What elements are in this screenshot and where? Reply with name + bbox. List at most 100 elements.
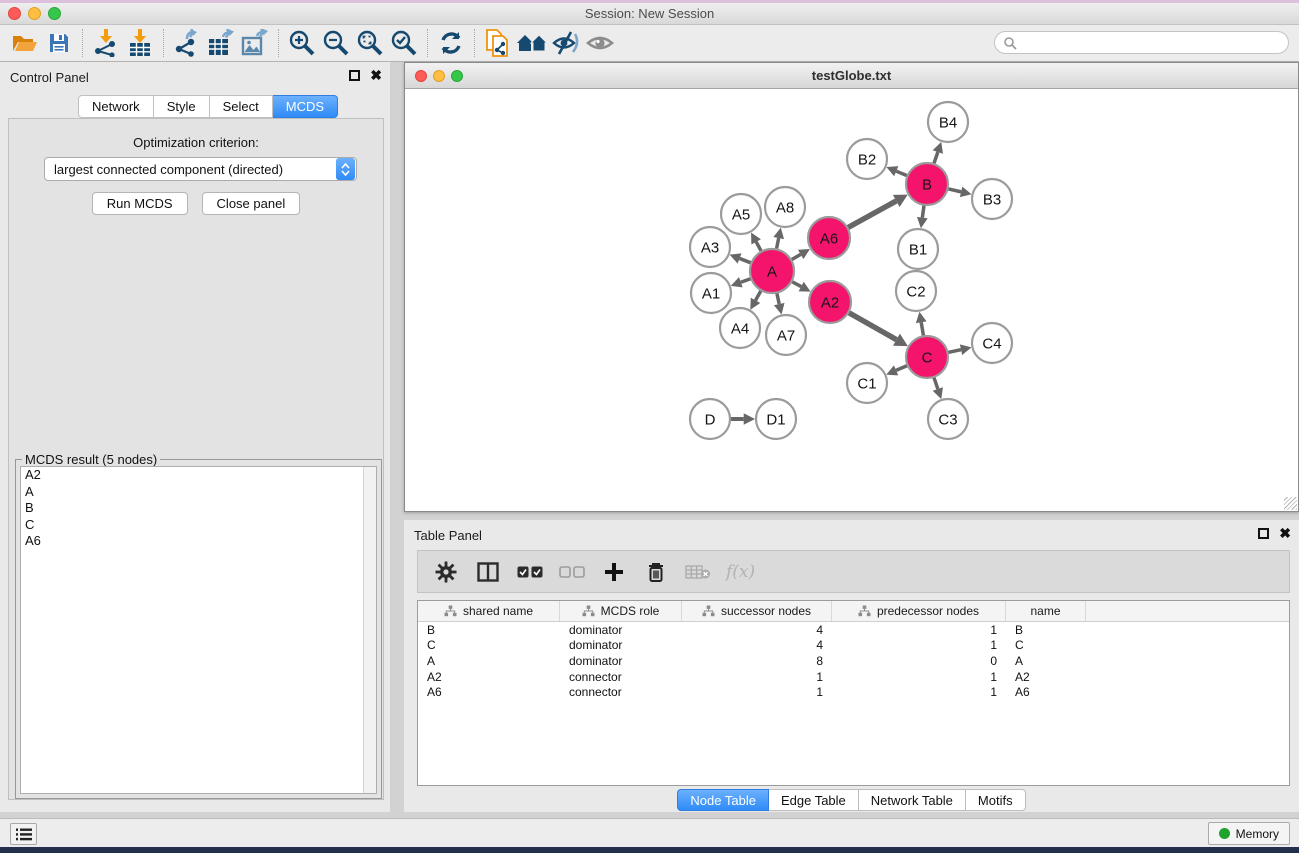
run-mcds-button[interactable]: Run MCDS [92,192,188,215]
table-row[interactable]: Cdominator41C [418,638,1289,654]
zoom-window-button[interactable] [48,7,61,20]
close-window-button[interactable] [8,7,21,20]
delete-column-icon[interactable] [642,558,670,586]
clone-network-icon[interactable] [481,28,515,58]
table-cell[interactable]: 1 [682,670,832,684]
column-successor-nodes[interactable]: successor nodes [682,601,832,621]
table-cell[interactable]: connector [560,685,682,699]
column-shared-name[interactable]: shared name [418,601,560,621]
table-cell[interactable]: 1 [832,638,1006,652]
scrollbar[interactable] [363,467,376,793]
save-session-icon[interactable] [42,28,76,58]
task-history-button[interactable] [10,823,37,845]
add-column-icon[interactable] [600,558,628,586]
delete-table-icon[interactable] [684,558,712,586]
import-table-icon[interactable] [123,28,157,58]
window-title: Session: New Session [0,6,1299,21]
mcds-result-item[interactable]: A6 [21,533,376,550]
table-cell[interactable]: 8 [682,654,832,668]
memory-button[interactable]: Memory [1208,822,1290,845]
tab-network[interactable]: Network [78,95,154,118]
float-table-panel-icon[interactable] [1258,528,1269,539]
tab-mcds[interactable]: MCDS [273,95,338,118]
mcds-result-item[interactable]: B [21,500,376,517]
table-cell[interactable]: 1 [682,685,832,699]
settings-gear-icon[interactable] [432,558,460,586]
zoom-in-icon[interactable] [285,28,319,58]
mcds-result-box: MCDS result (5 nodes) A2ABCA6 [15,459,382,799]
mcds-result-list[interactable]: A2ABCA6 [20,466,377,794]
search-input[interactable] [994,31,1289,54]
export-image-icon[interactable] [238,28,272,58]
table-cell[interactable]: B [1006,623,1086,637]
graph-edge [947,189,961,192]
close-panel-button[interactable]: Close panel [202,192,301,215]
table-cell[interactable]: dominator [560,654,682,668]
tab-edge-table[interactable]: Edge Table [769,789,859,811]
tab-network-table[interactable]: Network Table [859,789,966,811]
table-cell[interactable]: dominator [560,638,682,652]
deselect-all-columns-icon[interactable] [558,558,586,586]
select-all-columns-icon[interactable] [516,558,544,586]
table-row[interactable]: Adominator80A [418,653,1289,669]
mcds-result-item[interactable]: C [21,517,376,534]
close-panel-icon[interactable]: ✖ [370,70,382,81]
table-cell[interactable]: C [418,638,560,652]
minimize-window-button[interactable] [28,7,41,20]
split-panel-icon[interactable] [474,558,502,586]
chevron-down-icon [341,170,350,176]
zoom-out-icon[interactable] [319,28,353,58]
table-cell[interactable]: 1 [832,670,1006,684]
tab-select[interactable]: Select [210,95,273,118]
table-cell[interactable]: A [1006,654,1086,668]
network-canvas[interactable]: AA6A2BCA5A8A3A1A4A7B2B4B3B1C2C1C4C3DD1 [405,89,1298,511]
table-cell[interactable]: connector [560,670,682,684]
table-cell[interactable]: A6 [418,685,560,699]
column-mcds-role[interactable]: MCDS role [560,601,682,621]
table-cell[interactable]: 0 [832,654,1006,668]
table-cell[interactable]: 1 [832,685,1006,699]
table-cell[interactable]: B [418,623,560,637]
resize-grip[interactable] [1284,497,1297,510]
mcds-result-item[interactable]: A2 [21,467,376,484]
show-eye-icon[interactable] [583,28,617,58]
mcds-result-item[interactable]: A [21,484,376,501]
tab-motifs[interactable]: Motifs [966,789,1026,811]
table-cell[interactable]: A2 [418,670,560,684]
export-network-icon[interactable] [170,28,204,58]
table-cell[interactable]: A [418,654,560,668]
zoom-network-button[interactable] [451,70,463,82]
table-cell[interactable]: 4 [682,623,832,637]
optimization-criterion-select[interactable]: largest connected component (directed) [44,157,357,181]
float-panel-icon[interactable] [349,70,360,81]
network-graph[interactable]: AA6A2BCA5A8A3A1A4A7B2B4B3B1C2C1C4C3DD1 [405,89,1298,511]
table-cell[interactable]: 1 [832,623,1006,637]
zoom-fit-icon[interactable] [353,28,387,58]
close-network-button[interactable] [415,70,427,82]
zoom-selected-icon[interactable] [387,28,421,58]
minimize-network-button[interactable] [433,70,445,82]
export-table-icon[interactable] [204,28,238,58]
function-builder-icon[interactable]: f(x) [726,562,755,582]
table-cell[interactable]: A2 [1006,670,1086,684]
table-row[interactable]: Bdominator41B [418,622,1289,638]
edge-arrowhead [917,217,928,228]
close-table-panel-icon[interactable]: ✖ [1279,528,1291,539]
list-icon [16,828,32,841]
column-name[interactable]: name [1006,601,1086,621]
refresh-icon[interactable] [434,28,468,58]
table-cell[interactable]: dominator [560,623,682,637]
column-predecessor-nodes[interactable]: predecessor nodes [832,601,1006,621]
table-row[interactable]: A6connector11A6 [418,684,1289,700]
table-cell[interactable]: C [1006,638,1086,652]
graph-edge [756,290,762,300]
table-row[interactable]: A2connector11A2 [418,669,1289,685]
hide-eye-icon[interactable] [549,28,583,58]
import-network-icon[interactable] [89,28,123,58]
tab-style[interactable]: Style [154,95,210,118]
table-cell[interactable]: A6 [1006,685,1086,699]
tab-node-table[interactable]: Node Table [677,789,769,811]
open-file-icon[interactable] [8,28,42,58]
home-icon[interactable] [515,28,549,58]
table-cell[interactable]: 4 [682,638,832,652]
